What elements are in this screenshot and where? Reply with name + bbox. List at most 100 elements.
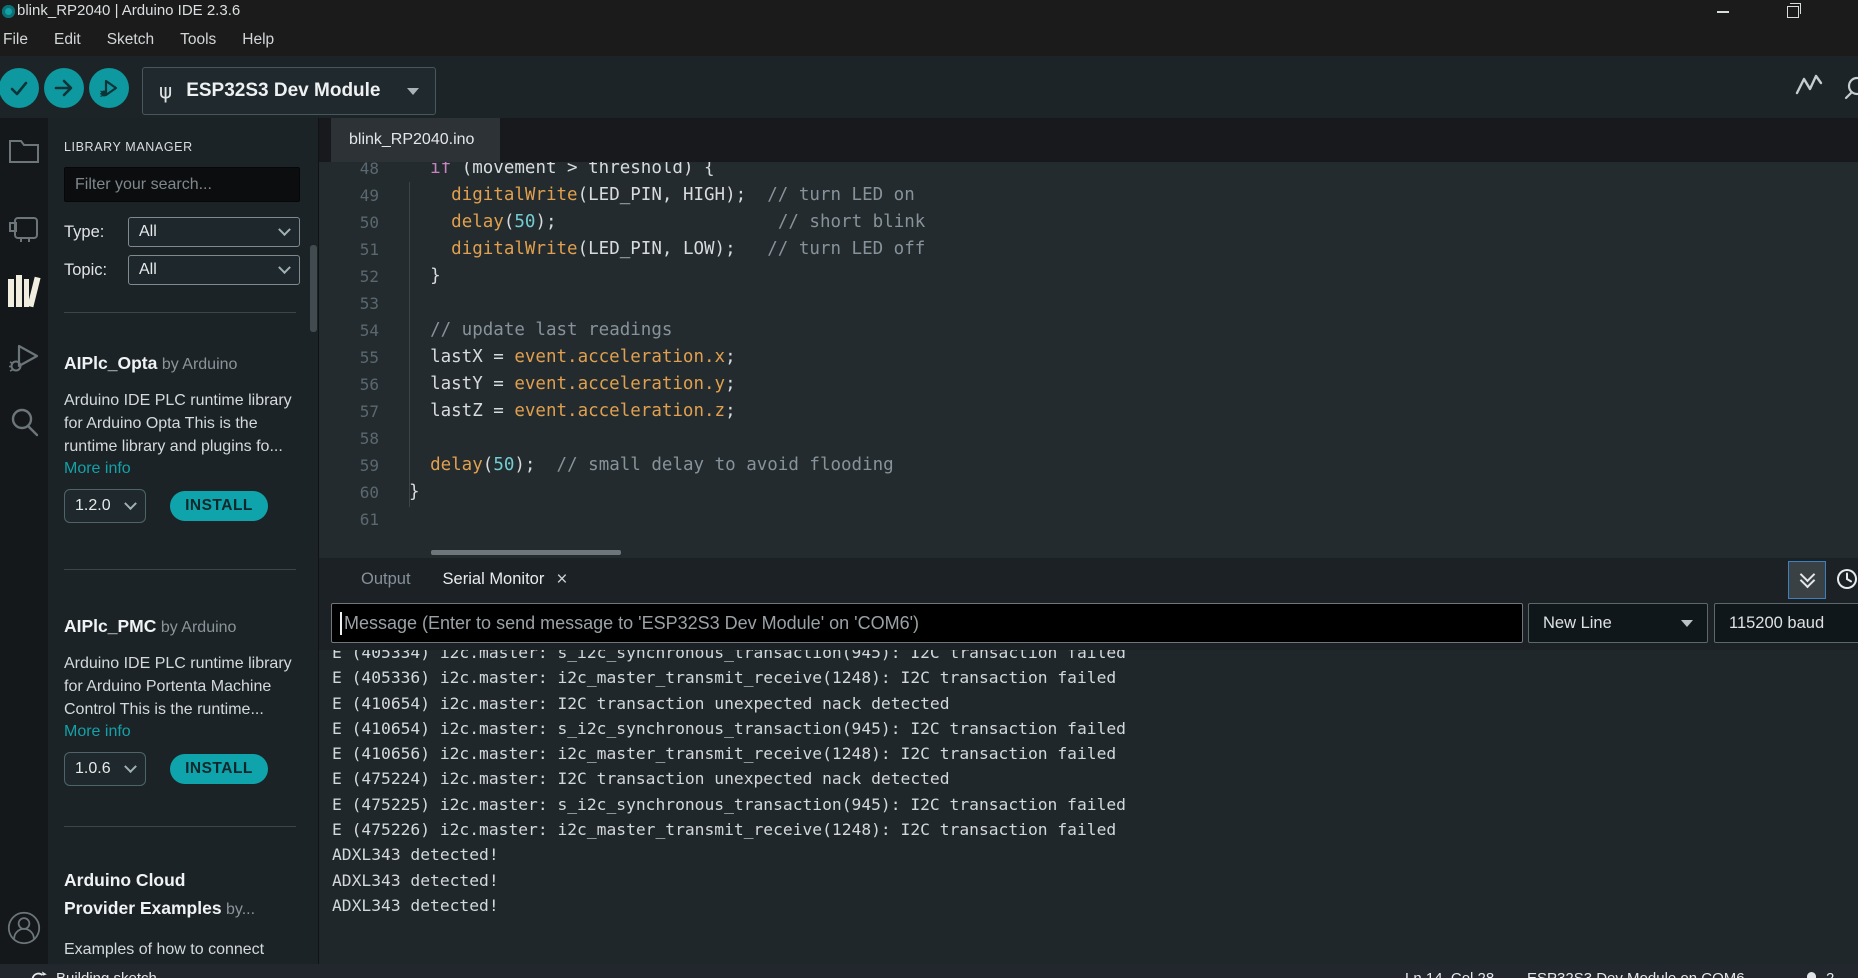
code-token: // turn LED off bbox=[767, 239, 925, 259]
library-controls: 1.0.6 INSTALL bbox=[64, 752, 300, 786]
debugger-icon bbox=[7, 342, 41, 374]
code-line: 54 // update last readings bbox=[319, 317, 1858, 344]
more-info-link[interactable]: More info bbox=[64, 460, 300, 478]
line-number: 48 bbox=[319, 162, 379, 182]
install-button[interactable]: INSTALL bbox=[170, 754, 268, 784]
code-token: // update last readings bbox=[430, 320, 672, 340]
search-icon bbox=[8, 406, 40, 438]
serial-message-input[interactable] bbox=[331, 603, 1523, 643]
library-author: by Arduino bbox=[157, 356, 237, 373]
close-icon[interactable]: × bbox=[556, 570, 567, 589]
menu-file[interactable]: File bbox=[0, 31, 41, 49]
code-token: digitalWrite bbox=[451, 185, 577, 205]
code-line: 56 lastY = event.acceleration.y; bbox=[319, 371, 1858, 398]
tab-blink-rp2040[interactable]: blink_RP2040.ino bbox=[331, 118, 500, 162]
account-icon bbox=[7, 909, 41, 947]
code-line: 48 if (movement > threshold) { bbox=[319, 162, 1858, 182]
editor-area: blink_RP2040.ino 48 if (movement > thres… bbox=[318, 118, 1858, 558]
upload-button[interactable] bbox=[44, 68, 84, 108]
library-author: by... bbox=[222, 901, 256, 918]
serial-plotter-button[interactable] bbox=[1795, 73, 1823, 99]
sidebar-item-account[interactable] bbox=[7, 910, 41, 946]
board-selector-dropdown[interactable]: ψ ESP32S3 Dev Module bbox=[142, 67, 436, 115]
code-token bbox=[409, 239, 451, 259]
code-text: digitalWrite(LED_PIN, HIGH); // turn LED… bbox=[409, 182, 915, 209]
divider bbox=[64, 826, 296, 827]
version-select[interactable]: 1.0.6 bbox=[64, 752, 146, 786]
debug-button[interactable] bbox=[89, 68, 129, 108]
menu-tools[interactable]: Tools bbox=[167, 31, 229, 49]
notification-count[interactable]: 2 bbox=[1826, 970, 1834, 978]
code-line: 55 lastX = event.acceleration.x; bbox=[319, 344, 1858, 371]
scroll-to-bottom-button[interactable] bbox=[1788, 561, 1826, 599]
verify-button[interactable] bbox=[0, 68, 39, 108]
menu-edit[interactable]: Edit bbox=[41, 31, 94, 49]
chevron-down-icon bbox=[1681, 620, 1693, 627]
library-description: Examples of how to connectvarious Arduin… bbox=[64, 939, 300, 964]
code-token: // small delay to avoid flooding bbox=[557, 455, 894, 475]
sidebar-item-search[interactable] bbox=[7, 404, 41, 440]
code-line: 61 bbox=[319, 506, 1858, 533]
sidebar-item-debugger[interactable] bbox=[7, 340, 41, 376]
board-port-status: ESP32S3 Dev Module on COM6 bbox=[1527, 970, 1745, 978]
arduino-ide-window: blink_RP2040 | Arduino IDE 2.3.6 FileEdi… bbox=[0, 0, 1858, 978]
minimize-icon bbox=[1717, 11, 1729, 13]
code-text: lastX = event.acceleration.x; bbox=[409, 344, 736, 371]
minimize-button[interactable] bbox=[1706, 0, 1740, 24]
description-line: Arduino IDE PLC runtime library bbox=[64, 389, 300, 412]
description-line: Control This is the runtime... bbox=[64, 698, 300, 721]
code-token: (LED_PIN, HIGH); bbox=[578, 185, 768, 205]
version-value: 1.2.0 bbox=[75, 497, 111, 515]
window-title: blink_RP2040 | Arduino IDE 2.3.6 bbox=[17, 2, 240, 19]
library-author: by Arduino bbox=[156, 619, 236, 636]
description-line: Arduino IDE PLC runtime library bbox=[64, 652, 300, 675]
code-token: lastX = bbox=[409, 347, 514, 367]
tab-output[interactable]: Output bbox=[361, 570, 411, 589]
line-ending-select[interactable]: New Line bbox=[1528, 603, 1708, 643]
library-list: AIPlc_Opta by ArduinoArduino IDE PLC run… bbox=[64, 353, 300, 964]
code-token bbox=[409, 455, 430, 475]
menu-help[interactable]: Help bbox=[229, 31, 287, 49]
version-select[interactable]: 1.2.0 bbox=[64, 489, 146, 523]
library-manager-panel: LIBRARY MANAGER Type: All Topic: All AIP… bbox=[48, 118, 318, 964]
tab-serial-monitor[interactable]: Serial Monitor bbox=[443, 570, 545, 589]
more-info-link[interactable]: More info bbox=[64, 723, 300, 741]
serial-output[interactable]: E (405334) i2c.master: s_i2c_synchronous… bbox=[319, 650, 1858, 964]
arduino-app-icon bbox=[2, 5, 15, 18]
horizontal-scrollbar[interactable] bbox=[431, 550, 621, 555]
library-name: AIPlc_PMC by Arduino bbox=[64, 616, 300, 637]
serial-output-line: E (475226) i2c.master: i2c_master_transm… bbox=[332, 817, 1858, 842]
line-number: 49 bbox=[319, 182, 379, 209]
library-search-input[interactable] bbox=[64, 167, 300, 202]
install-button[interactable]: INSTALL bbox=[170, 491, 268, 521]
code-token: if bbox=[430, 162, 451, 178]
description-line: runtime library and plugins fo... bbox=[64, 435, 300, 458]
type-select[interactable]: All bbox=[128, 217, 300, 247]
code-token: ); bbox=[514, 455, 556, 475]
description-line: Examples of how to connect bbox=[64, 939, 300, 962]
sidebar-item-library-manager[interactable] bbox=[7, 274, 41, 310]
library-panel-scrollbar[interactable] bbox=[310, 245, 317, 332]
timestamp-toggle-button[interactable] bbox=[1835, 567, 1858, 591]
maximize-button[interactable] bbox=[1776, 0, 1810, 24]
serial-output-line: ADXL343 detected! bbox=[332, 893, 1858, 918]
menu-sketch[interactable]: Sketch bbox=[94, 31, 167, 49]
code-editor[interactable]: 48 if (movement > threshold) {49 digital… bbox=[319, 162, 1858, 558]
serial-monitor-button[interactable] bbox=[1843, 75, 1858, 101]
serial-monitor-controls: New Line 115200 baud bbox=[319, 600, 1858, 650]
code-line: 51 digitalWrite(LED_PIN, LOW); // turn L… bbox=[319, 236, 1858, 263]
type-select-value: All bbox=[139, 223, 157, 241]
serial-output-line: E (475225) i2c.master: s_i2c_synchronous… bbox=[332, 792, 1858, 817]
chevron-down-icon bbox=[124, 497, 137, 510]
code-token bbox=[409, 212, 451, 232]
library-entry: Arduino CloudProvider Examples by...Exam… bbox=[64, 867, 300, 964]
topic-select[interactable]: All bbox=[128, 255, 300, 285]
type-filter-row: Type: All bbox=[64, 217, 300, 247]
sidebar-item-sketchbook[interactable] bbox=[7, 132, 41, 168]
bell-icon[interactable] bbox=[1804, 971, 1819, 978]
cursor-position: Ln 14, Col 28 bbox=[1405, 970, 1494, 978]
chevron-down-icon bbox=[124, 760, 137, 773]
baud-rate-select[interactable]: 115200 baud bbox=[1714, 603, 1858, 643]
sidebar-item-boards-manager[interactable] bbox=[7, 210, 41, 246]
code-text: lastZ = event.acceleration.z; bbox=[409, 398, 736, 425]
